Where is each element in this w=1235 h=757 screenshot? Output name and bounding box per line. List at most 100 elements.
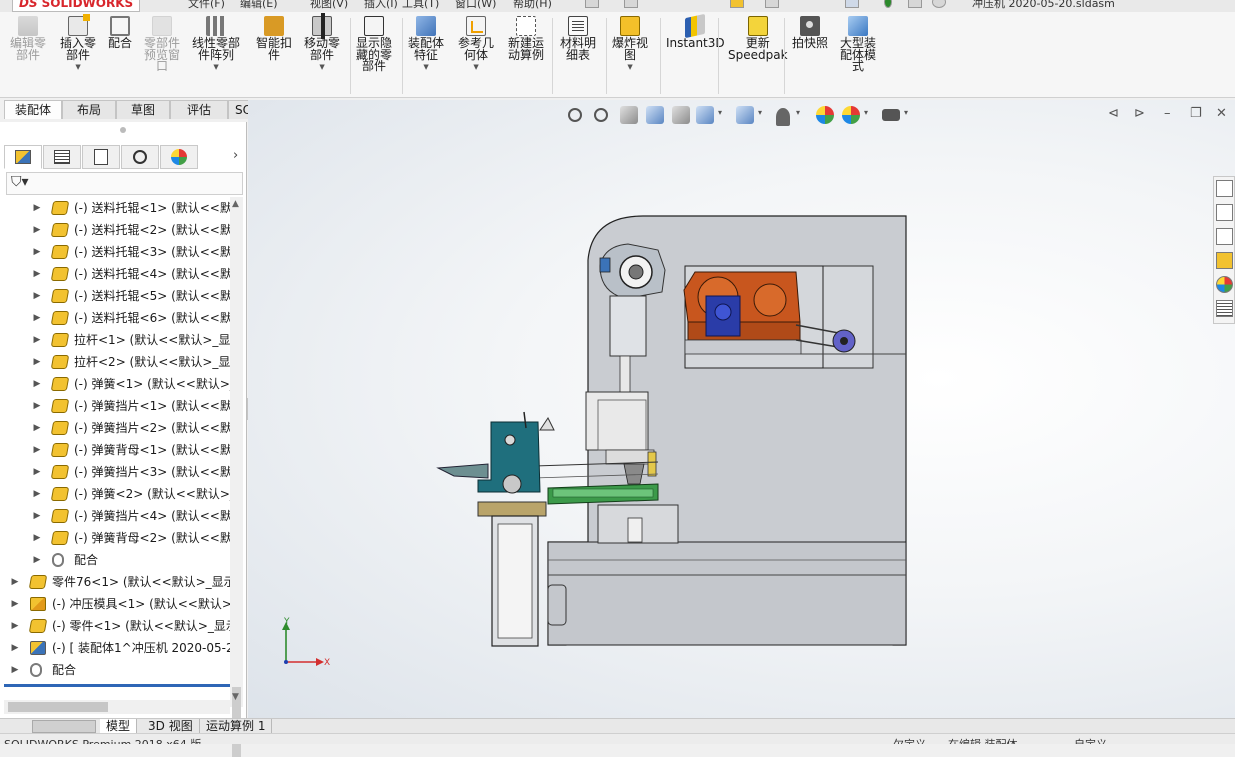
ribbon-button-mate[interactable]: 配合 bbox=[108, 16, 132, 50]
tree-item[interactable]: ▶ (-) 弹簧<2> (默认<<默认>_ bbox=[4, 483, 230, 505]
property-manager-tab[interactable] bbox=[43, 145, 81, 169]
tree-item[interactable]: ▶ 零件76<1> (默认<<默认>_显示 bbox=[4, 571, 230, 593]
dimxpert-tab[interactable] bbox=[121, 145, 159, 169]
unit-system[interactable]: 自定义 bbox=[1074, 736, 1107, 744]
expand-arrow-icon[interactable]: ▶ bbox=[32, 219, 42, 241]
expand-arrow-icon[interactable]: ▶ bbox=[10, 571, 20, 593]
tree-item[interactable]: ▶ (-) 送料托辊<4> (默认<<默认 bbox=[4, 263, 230, 285]
tree-item[interactable]: ▶ (-) 弹簧挡片<1> (默认<<默认 bbox=[4, 395, 230, 417]
tree-item[interactable]: ▶ 配合 bbox=[4, 549, 230, 571]
tree-item[interactable]: ▶ 拉杆<1> (默认<<默认>_显示 bbox=[4, 329, 230, 351]
view-palette-icon[interactable] bbox=[1216, 252, 1233, 269]
dropdown-arrow-icon[interactable]: ▼ bbox=[408, 62, 444, 74]
custom-properties-icon[interactable] bbox=[1216, 300, 1233, 317]
tree-item[interactable]: ▶ (-) [ 装配体1^冲压机 2020-05-20 bbox=[4, 637, 230, 659]
new-document-icon[interactable] bbox=[624, 0, 638, 8]
chevron-right-icon[interactable]: › bbox=[233, 148, 238, 163]
tree-item[interactable]: ▶ 拉杆<2> (默认<<默认>_显示 bbox=[4, 351, 230, 373]
expand-arrow-icon[interactable]: ▶ bbox=[10, 593, 20, 615]
expand-arrow-icon[interactable]: ▶ bbox=[32, 285, 42, 307]
ribbon-button-snapshot[interactable]: 拍快照 bbox=[792, 16, 828, 50]
expand-arrow-icon[interactable]: ▶ bbox=[10, 659, 20, 681]
pin-icon[interactable] bbox=[585, 0, 599, 8]
ribbon-button-assembly-feature[interactable]: 装配体 特征 ▼ bbox=[408, 16, 444, 74]
tree-item[interactable]: ▶ (-) 零件<1> (默认<<默认>_显示 bbox=[4, 615, 230, 637]
scroll-down-icon[interactable]: ▼ bbox=[232, 692, 239, 702]
tree-vertical-scrollbar[interactable]: ▲ ▼ bbox=[230, 197, 243, 757]
stamping-machine-model[interactable]: Y X bbox=[248, 100, 1235, 718]
tree-item[interactable]: ▶ (-) 送料托辊<3> (默认<<默认 bbox=[4, 241, 230, 263]
ribbon-button-insert-component[interactable]: 插入零 部件 ▼ bbox=[60, 14, 96, 74]
menu-insert[interactable]: 插入(I) bbox=[364, 0, 398, 11]
rollback-bar[interactable] bbox=[4, 684, 230, 687]
ribbon-tab-2[interactable]: 草图 bbox=[116, 100, 170, 119]
expand-arrow-icon[interactable]: ▶ bbox=[32, 351, 42, 373]
dropdown-arrow-icon[interactable]: ▼ bbox=[192, 62, 240, 74]
tree-item[interactable]: ▶ (-) 冲压模具<1> (默认<<默认>_ bbox=[4, 593, 230, 615]
tab-scroll-arrows[interactable] bbox=[32, 720, 96, 733]
bottom-tab-1[interactable]: 3D 视图 bbox=[142, 719, 200, 734]
design-library-icon[interactable] bbox=[1216, 204, 1233, 221]
tree-item[interactable]: ▶ (-) 弹簧挡片<4> (默认<<默认 bbox=[4, 505, 230, 527]
expand-arrow-icon[interactable]: ▶ bbox=[32, 395, 42, 417]
menu-file[interactable]: 文件(F) bbox=[188, 0, 225, 11]
tree-horizontal-scrollbar[interactable] bbox=[4, 700, 230, 714]
menu-view[interactable]: 视图(V) bbox=[310, 0, 348, 11]
expand-arrow-icon[interactable]: ▶ bbox=[32, 505, 42, 527]
tree-filter[interactable]: ⛉▾ bbox=[6, 172, 243, 195]
dropdown-arrow-icon[interactable]: ▼ bbox=[60, 62, 96, 74]
ribbon-button-show-hidden[interactable]: 显示隐 藏的零 部件 bbox=[356, 16, 392, 73]
tree-item[interactable]: ▶ (-) 弹簧背母<1> (默认<<默认 bbox=[4, 439, 230, 461]
dropdown-arrow-icon[interactable]: ▼ bbox=[458, 62, 494, 74]
file-properties-icon[interactable] bbox=[908, 0, 922, 8]
ribbon-button-large-assembly[interactable]: 大型装 配体模 式 bbox=[840, 16, 876, 73]
tree-item[interactable]: ▶ (-) 弹簧背母<2> (默认<<默认 bbox=[4, 527, 230, 549]
ribbon-button-edit-component[interactable]: 编辑零 部件 bbox=[10, 16, 46, 61]
menu-help[interactable]: 帮助(H) bbox=[513, 0, 552, 11]
expand-arrow-icon[interactable]: ▶ bbox=[32, 483, 42, 505]
expand-arrow-icon[interactable]: ▶ bbox=[32, 373, 42, 395]
ribbon-button-component-preview[interactable]: 零部件 预览窗 口 bbox=[144, 16, 180, 73]
ribbon-button-move-component[interactable]: 移动零 部件 ▼ bbox=[304, 13, 340, 74]
ribbon-button-exploded-view[interactable]: 爆炸视 图 ▼ bbox=[612, 16, 648, 74]
tree-item[interactable]: ▶ (-) 弹簧挡片<3> (默认<<默认 bbox=[4, 461, 230, 483]
tree-item[interactable]: ▶ 配合 bbox=[4, 659, 230, 681]
expand-arrow-icon[interactable]: ▶ bbox=[32, 241, 42, 263]
tree-item[interactable]: ▶ (-) 送料托辊<2> (默认<<默认 bbox=[4, 219, 230, 241]
feature-tree-tab[interactable] bbox=[4, 145, 42, 169]
tree-item[interactable]: ▶ (-) 弹簧挡片<2> (默认<<默认 bbox=[4, 417, 230, 439]
tree-item[interactable]: ▶ (-) 送料托辊<5> (默认<<默认 bbox=[4, 285, 230, 307]
ribbon-button-speedpak[interactable]: 更新 Speedpak bbox=[728, 16, 788, 61]
expand-arrow-icon[interactable]: ▶ bbox=[32, 417, 42, 439]
bottom-tab-0[interactable]: 模型 bbox=[100, 719, 138, 734]
ribbon-button-bom[interactable]: 材料明 细表 bbox=[560, 16, 596, 61]
expand-arrow-icon[interactable]: ▶ bbox=[32, 329, 42, 351]
ribbon-tab-0[interactable]: 装配体 bbox=[4, 100, 62, 119]
display-manager-tab[interactable] bbox=[160, 145, 198, 169]
menu-tools[interactable]: 工具(T) bbox=[402, 0, 439, 11]
expand-arrow-icon[interactable]: ▶ bbox=[32, 307, 42, 329]
expand-arrow-icon[interactable]: ▶ bbox=[32, 197, 42, 219]
expand-arrow-icon[interactable]: ▶ bbox=[32, 461, 42, 483]
dropdown-arrow-icon[interactable]: ▼ bbox=[304, 62, 340, 74]
expand-arrow-icon[interactable]: ▶ bbox=[10, 637, 20, 659]
file-explorer-icon[interactable] bbox=[1216, 228, 1233, 245]
expand-arrow-icon[interactable]: ▶ bbox=[32, 263, 42, 285]
graphics-area[interactable]: ▾ ▾ ▾ ▾ ▾ ⊲ ⊳ – ❐ ✕ Y X bbox=[248, 100, 1235, 718]
solidworks-resources-icon[interactable] bbox=[1216, 180, 1233, 197]
appearances-icon[interactable] bbox=[1216, 276, 1233, 293]
configuration-manager-tab[interactable] bbox=[82, 145, 120, 169]
rebuild-icon[interactable] bbox=[730, 0, 744, 8]
expand-arrow-icon[interactable]: ▶ bbox=[32, 549, 42, 571]
tree-item[interactable]: ▶ (-) 弹簧<1> (默认<<默认>_ bbox=[4, 373, 230, 395]
expand-arrow-icon[interactable]: ▶ bbox=[32, 527, 42, 549]
ribbon-button-instant3d[interactable]: Instant3D bbox=[666, 13, 725, 50]
tree-item[interactable]: ▶ (-) 送料托辊<1> (默认<<默认 bbox=[4, 197, 230, 219]
print-icon[interactable] bbox=[765, 0, 779, 8]
ribbon-button-motion-study[interactable]: 新建运 动算例 bbox=[508, 16, 544, 61]
ribbon-button-linear-pattern[interactable]: 线性零部 件阵列 ▼ bbox=[192, 16, 240, 74]
options-gear-icon[interactable] bbox=[932, 0, 946, 8]
ribbon-tab-3[interactable]: 评估 bbox=[170, 100, 228, 119]
ribbon-button-reference-geometry[interactable]: 参考几 何体 ▼ bbox=[458, 16, 494, 74]
tree-item[interactable]: ▶ (-) 送料托辊<6> (默认<<默认 bbox=[4, 307, 230, 329]
